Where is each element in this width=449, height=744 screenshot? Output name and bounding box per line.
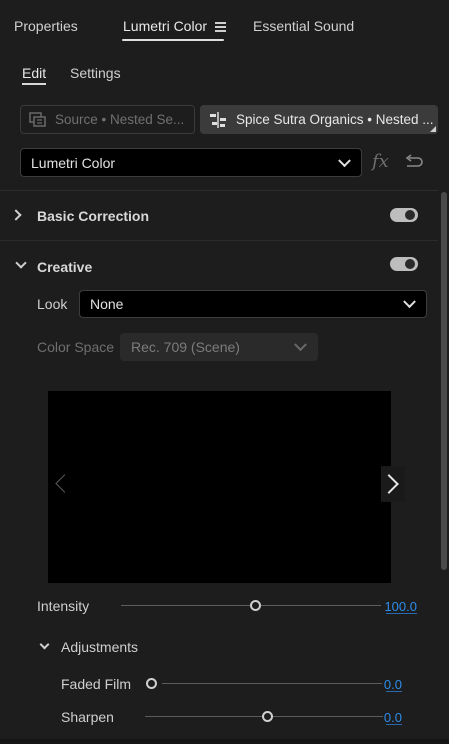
- creative-label: Creative: [37, 259, 93, 275]
- intensity-value-underline: [386, 613, 417, 614]
- tab-essential-sound[interactable]: Essential Sound: [253, 18, 354, 34]
- source-clip-label: Source • Nested Se...: [55, 112, 185, 127]
- panel-menu-icon[interactable]: [215, 22, 226, 32]
- look-select[interactable]: None: [79, 290, 427, 318]
- source-clip-button[interactable]: Source • Nested Se...: [20, 105, 195, 134]
- effect-select[interactable]: Lumetri Color: [20, 148, 362, 177]
- panel-bottom-edge: [0, 739, 449, 744]
- look-preview: [48, 391, 391, 583]
- faded-film-value-underline: [386, 691, 402, 692]
- sharpen-slider-thumb[interactable]: [262, 711, 273, 722]
- intensity-slider-thumb[interactable]: [250, 600, 261, 611]
- scrollbar-thumb[interactable]: [441, 192, 447, 570]
- active-tab-indicator: [122, 39, 224, 41]
- sequence-clip-label: Spice Sutra Organics • Nested ...: [236, 112, 434, 127]
- adjustments-label[interactable]: Adjustments: [61, 639, 138, 655]
- next-look-icon[interactable]: [381, 466, 405, 502]
- panel-tab-bar: Properties Lumetri Color Essential Sound: [0, 0, 449, 54]
- faded-film-label: Faded Film: [61, 676, 132, 692]
- previous-look-icon[interactable]: [54, 474, 68, 494]
- basic-correction-label: Basic Correction: [37, 208, 150, 224]
- color-space-label: Color Space: [37, 339, 115, 355]
- sequence-icon: [210, 111, 226, 128]
- tab-settings[interactable]: Settings: [70, 65, 121, 81]
- tab-edit[interactable]: Edit: [22, 65, 46, 81]
- effect-select-value: Lumetri Color: [31, 154, 116, 171]
- faded-film-value[interactable]: 0.0: [378, 677, 402, 692]
- tab-lumetri-color[interactable]: Lumetri Color: [123, 18, 207, 34]
- reset-icon[interactable]: [404, 154, 424, 168]
- fx-icon[interactable]: fx: [372, 151, 389, 172]
- faded-film-slider-track[interactable]: [162, 683, 382, 684]
- chevron-down-icon: [338, 153, 351, 167]
- sequence-clip-button[interactable]: Spice Sutra Organics • Nested ...: [200, 105, 438, 134]
- chevron-down-icon: [294, 338, 307, 352]
- creative-toggle[interactable]: [390, 257, 418, 271]
- chevron-down-icon[interactable]: [39, 639, 50, 650]
- sharpen-value[interactable]: 0.0: [378, 710, 402, 725]
- chevron-down-icon: [403, 295, 416, 309]
- basic-correction-toggle[interactable]: [390, 208, 418, 222]
- sharpen-value-underline: [386, 724, 402, 725]
- tab-properties[interactable]: Properties: [14, 18, 78, 34]
- look-label: Look: [37, 296, 68, 312]
- dropdown-corner-icon: [430, 126, 436, 132]
- source-clip-icon: [29, 111, 46, 127]
- intensity-value[interactable]: 100.0: [378, 599, 417, 614]
- chevron-right-icon: [10, 209, 22, 221]
- look-select-value: None: [90, 296, 124, 312]
- basic-correction-header[interactable]: Basic Correction: [0, 191, 438, 239]
- sharpen-label: Sharpen: [61, 709, 114, 725]
- faded-film-slider-thumb[interactable]: [146, 678, 157, 689]
- creative-header[interactable]: Creative: [0, 241, 438, 289]
- edit-tab-indicator: [22, 83, 46, 85]
- color-space-value: Rec. 709 (Scene): [131, 339, 240, 355]
- intensity-label: Intensity: [37, 598, 90, 614]
- chevron-down-icon: [15, 257, 27, 269]
- color-space-select: Rec. 709 (Scene): [120, 333, 318, 361]
